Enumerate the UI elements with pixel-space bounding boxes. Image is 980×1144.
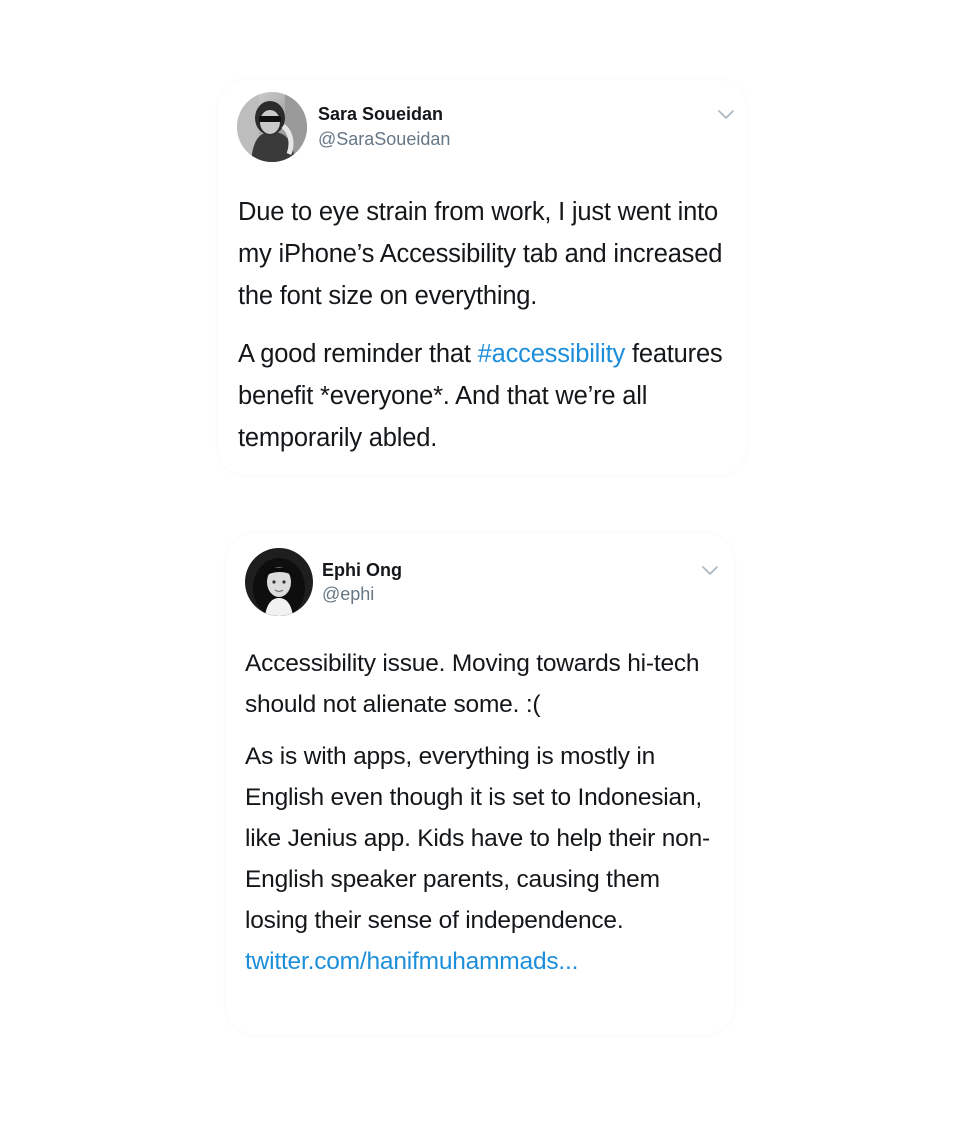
author-handle[interactable]: @SaraSoueidan xyxy=(318,129,450,150)
url-link[interactable]: twitter.com/hanifmuhammads... xyxy=(245,948,578,975)
tweet-paragraph: A good reminder that #accessibility feat… xyxy=(238,333,740,459)
chevron-down-icon[interactable] xyxy=(718,110,734,120)
author-name[interactable]: Sara Soueidan xyxy=(318,104,443,125)
tweet-paragraph: As is with apps, everything is mostly in… xyxy=(245,736,728,982)
tweet-paragraph: Accessibility issue. Moving towards hi-t… xyxy=(245,650,700,718)
author-handle[interactable]: @ephi xyxy=(322,584,374,605)
text-segment: As is with apps, everything is mostly in… xyxy=(245,743,710,934)
tweet-paragraph: Due to eye strain from work, I just went… xyxy=(238,198,723,310)
text-segment: A good reminder that xyxy=(238,340,478,368)
chevron-down-icon[interactable] xyxy=(702,566,718,576)
hashtag-link[interactable]: #accessibility xyxy=(478,340,626,368)
tweet-card[interactable]: Ephi Ong @ephi Accessibility issue. Movi… xyxy=(226,534,734,1034)
avatar[interactable] xyxy=(237,92,307,162)
author-name[interactable]: Ephi Ong xyxy=(322,560,402,581)
avatar[interactable] xyxy=(245,548,313,616)
tweet-card[interactable]: Sara Soueidan @SaraSoueidan Due to eye s… xyxy=(218,80,746,475)
